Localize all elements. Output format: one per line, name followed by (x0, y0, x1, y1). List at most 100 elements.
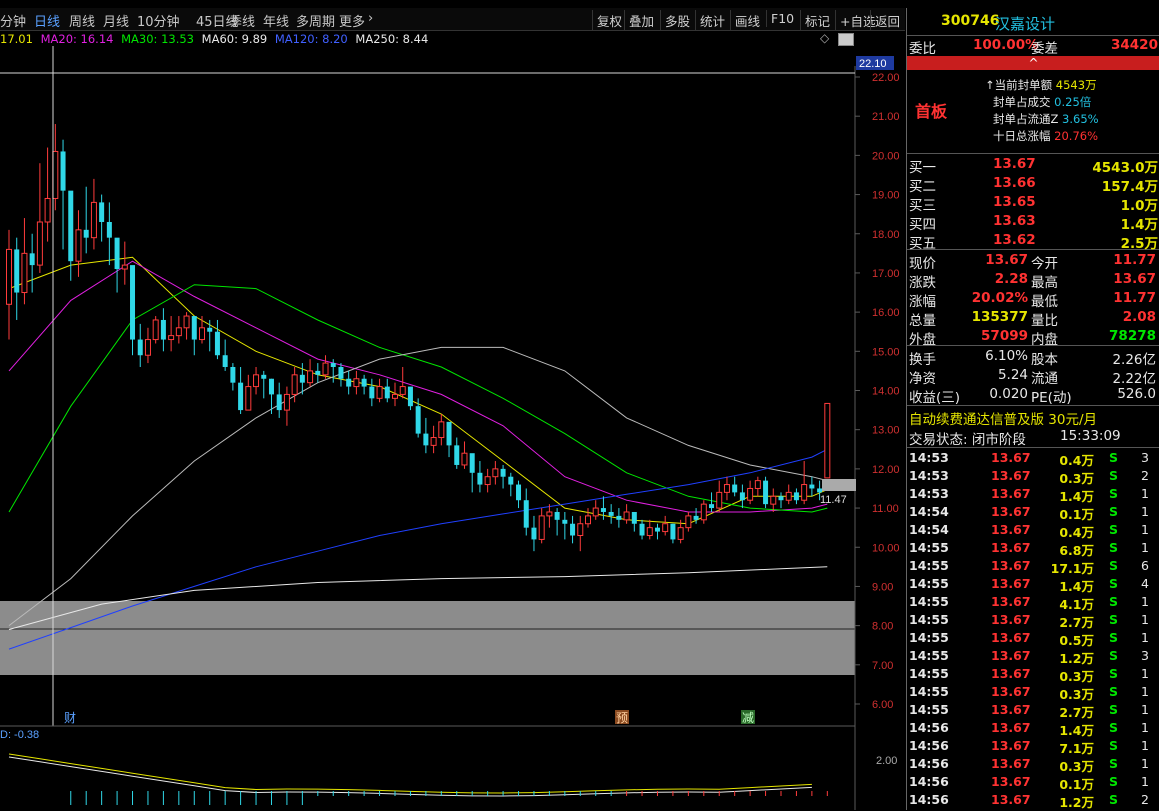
candle-body-down (693, 515, 699, 520)
price-axis-label: 21.00 (872, 111, 900, 123)
trade-side: S (1109, 648, 1119, 663)
candle-body-down (276, 394, 282, 411)
candle-body-up (785, 491, 792, 501)
candle-body-down (330, 363, 336, 367)
trade-count: 1 (1141, 486, 1149, 501)
bid-volume: 1.4万 (1120, 217, 1158, 233)
tab-yearly[interactable]: 年线 (263, 11, 289, 30)
candle-body-down (608, 511, 614, 516)
fund-row: 收益(三) 0.020 PE(动) 526.0 (907, 385, 1159, 406)
more-arrow-icon[interactable]: › (368, 11, 373, 26)
candle-body-up (21, 252, 28, 294)
trade-side: S (1109, 666, 1119, 681)
candle-body-up (291, 374, 298, 395)
tab-monthly[interactable]: 月线 (103, 11, 129, 30)
candle-body-down (477, 472, 483, 485)
quote-label: 现价 (909, 256, 936, 272)
candle-body-up (700, 503, 707, 521)
event-marker-forecast[interactable]: 预 (616, 711, 628, 725)
tab-minute[interactable]: 分钟 (0, 11, 26, 30)
trade-row: 14:55 13.67 0.5万 S 1 (907, 629, 1159, 648)
first-board-badge: 首板 (915, 102, 948, 121)
ma-legend-item: MA120: 8.20 (274, 32, 348, 46)
trade-side: S (1109, 576, 1119, 591)
trade-time: 14:55 (909, 648, 949, 663)
statistics-button[interactable]: 统计 (695, 10, 729, 31)
trade-time: 14:56 (909, 774, 949, 789)
stock-header: 300746 汉嘉设计 (907, 12, 1159, 34)
tab-more[interactable]: 更多 (339, 11, 365, 30)
seal-row: 封单占流通Z 3.65% (993, 112, 1099, 126)
candle-body-up (245, 386, 252, 411)
tab-quarter[interactable]: 季线 (229, 11, 255, 30)
bid-row: 买三 13.65 1.0万 (907, 193, 1159, 214)
trade-time: 14:55 (909, 558, 949, 573)
quote-label: 量比 (1031, 313, 1058, 329)
candle-body-up (392, 393, 398, 399)
price-axis-label: 6.00 (872, 699, 893, 711)
trade-count: 1 (1141, 774, 1149, 789)
back-button[interactable]: 返回 (870, 10, 904, 31)
quote-row: 外盘 57099 内盘 78278 (907, 327, 1159, 348)
weicha-value: 34420 (1111, 37, 1158, 53)
trade-side: S (1109, 684, 1119, 699)
multi-stock-button[interactable]: 多股 (660, 10, 694, 31)
candle-body-down (570, 523, 576, 536)
ma-legend-item: 17.01 (0, 32, 33, 46)
overlay-button[interactable]: 叠加 (624, 10, 658, 31)
bid-row: 买一 13.67 4543.0万 (907, 155, 1159, 176)
f10-button[interactable]: F10 (766, 10, 798, 27)
price-zone-band (0, 601, 855, 675)
event-marker-finance[interactable]: 财 (64, 711, 76, 725)
promo-row[interactable]: 自动续费通达信普及版 30元/月 (907, 407, 1159, 428)
weibi-value: 100.00% (973, 37, 1039, 53)
kline-chart[interactable]: 22.00 21.00 20.00 19.00 18.00 17.00 16.00 15.00… (0, 46, 906, 810)
bid-volume: 4543.0万 (1092, 160, 1158, 176)
candle-body-down (114, 237, 120, 270)
fund-value: 526.0 (1117, 386, 1156, 402)
candle-body-down (763, 480, 769, 505)
bid-row: 买二 13.66 157.4万 (907, 174, 1159, 195)
promo-text[interactable]: 自动续费通达信普及版 30元/月 (909, 408, 1097, 428)
trade-side: S (1109, 702, 1119, 717)
candle-body-down (554, 511, 560, 520)
fund-row: 换手 6.10% 股本 2.26亿 (907, 347, 1159, 368)
scroll-handle[interactable] (838, 33, 854, 46)
tab-weekly[interactable]: 周线 (69, 11, 95, 30)
trade-row: 14:53 13.67 0.4万 S 3 (907, 449, 1159, 468)
tab-multi-period[interactable]: 多周期 (296, 11, 335, 30)
candle-body-up (770, 495, 777, 505)
candle-body-up (801, 484, 808, 501)
candle-body-down (261, 374, 267, 379)
draw-line-button[interactable]: 画线 (730, 10, 764, 31)
event-marker-reduce[interactable]: 减 (742, 711, 754, 725)
mark-button[interactable]: 标记 (800, 10, 834, 31)
adjust-button[interactable]: 复权 (592, 10, 626, 31)
trade-price: 13.67 (991, 504, 1031, 519)
trade-time: 14:55 (909, 594, 949, 609)
tab-daily[interactable]: 日线 (34, 11, 60, 30)
trade-price: 13.67 (991, 558, 1031, 573)
trade-side: S (1109, 630, 1119, 645)
bid-row: 买五 13.62 2.5万 (907, 231, 1159, 252)
chart-toggle-icon[interactable]: ◇ (820, 31, 829, 45)
collapse-bar[interactable]: ^ (907, 56, 1159, 70)
candle-body-up (538, 515, 545, 540)
candle-body-down (338, 366, 344, 379)
trade-side: S (1109, 486, 1119, 501)
fund-label: 净资 (909, 371, 936, 387)
tab-10min[interactable]: 10分钟 (137, 11, 180, 30)
trade-side: S (1109, 540, 1119, 555)
candle-body-up (168, 335, 175, 341)
candle-body-down (817, 488, 823, 493)
candle-body-up (399, 386, 406, 395)
trade-time: 14:53 (909, 486, 949, 501)
quote-value: 57099 (981, 328, 1028, 344)
bid-price: 13.67 (993, 156, 1036, 172)
trade-row: 14:55 13.67 1.4万 S 4 (907, 575, 1159, 594)
trade-price: 13.67 (991, 756, 1031, 771)
trade-row: 14:53 13.67 0.3万 S 2 (907, 467, 1159, 486)
fund-value: 2.22亿 (1112, 371, 1156, 387)
price-axis-label: 11.00 (872, 503, 899, 515)
candles (6, 124, 831, 552)
